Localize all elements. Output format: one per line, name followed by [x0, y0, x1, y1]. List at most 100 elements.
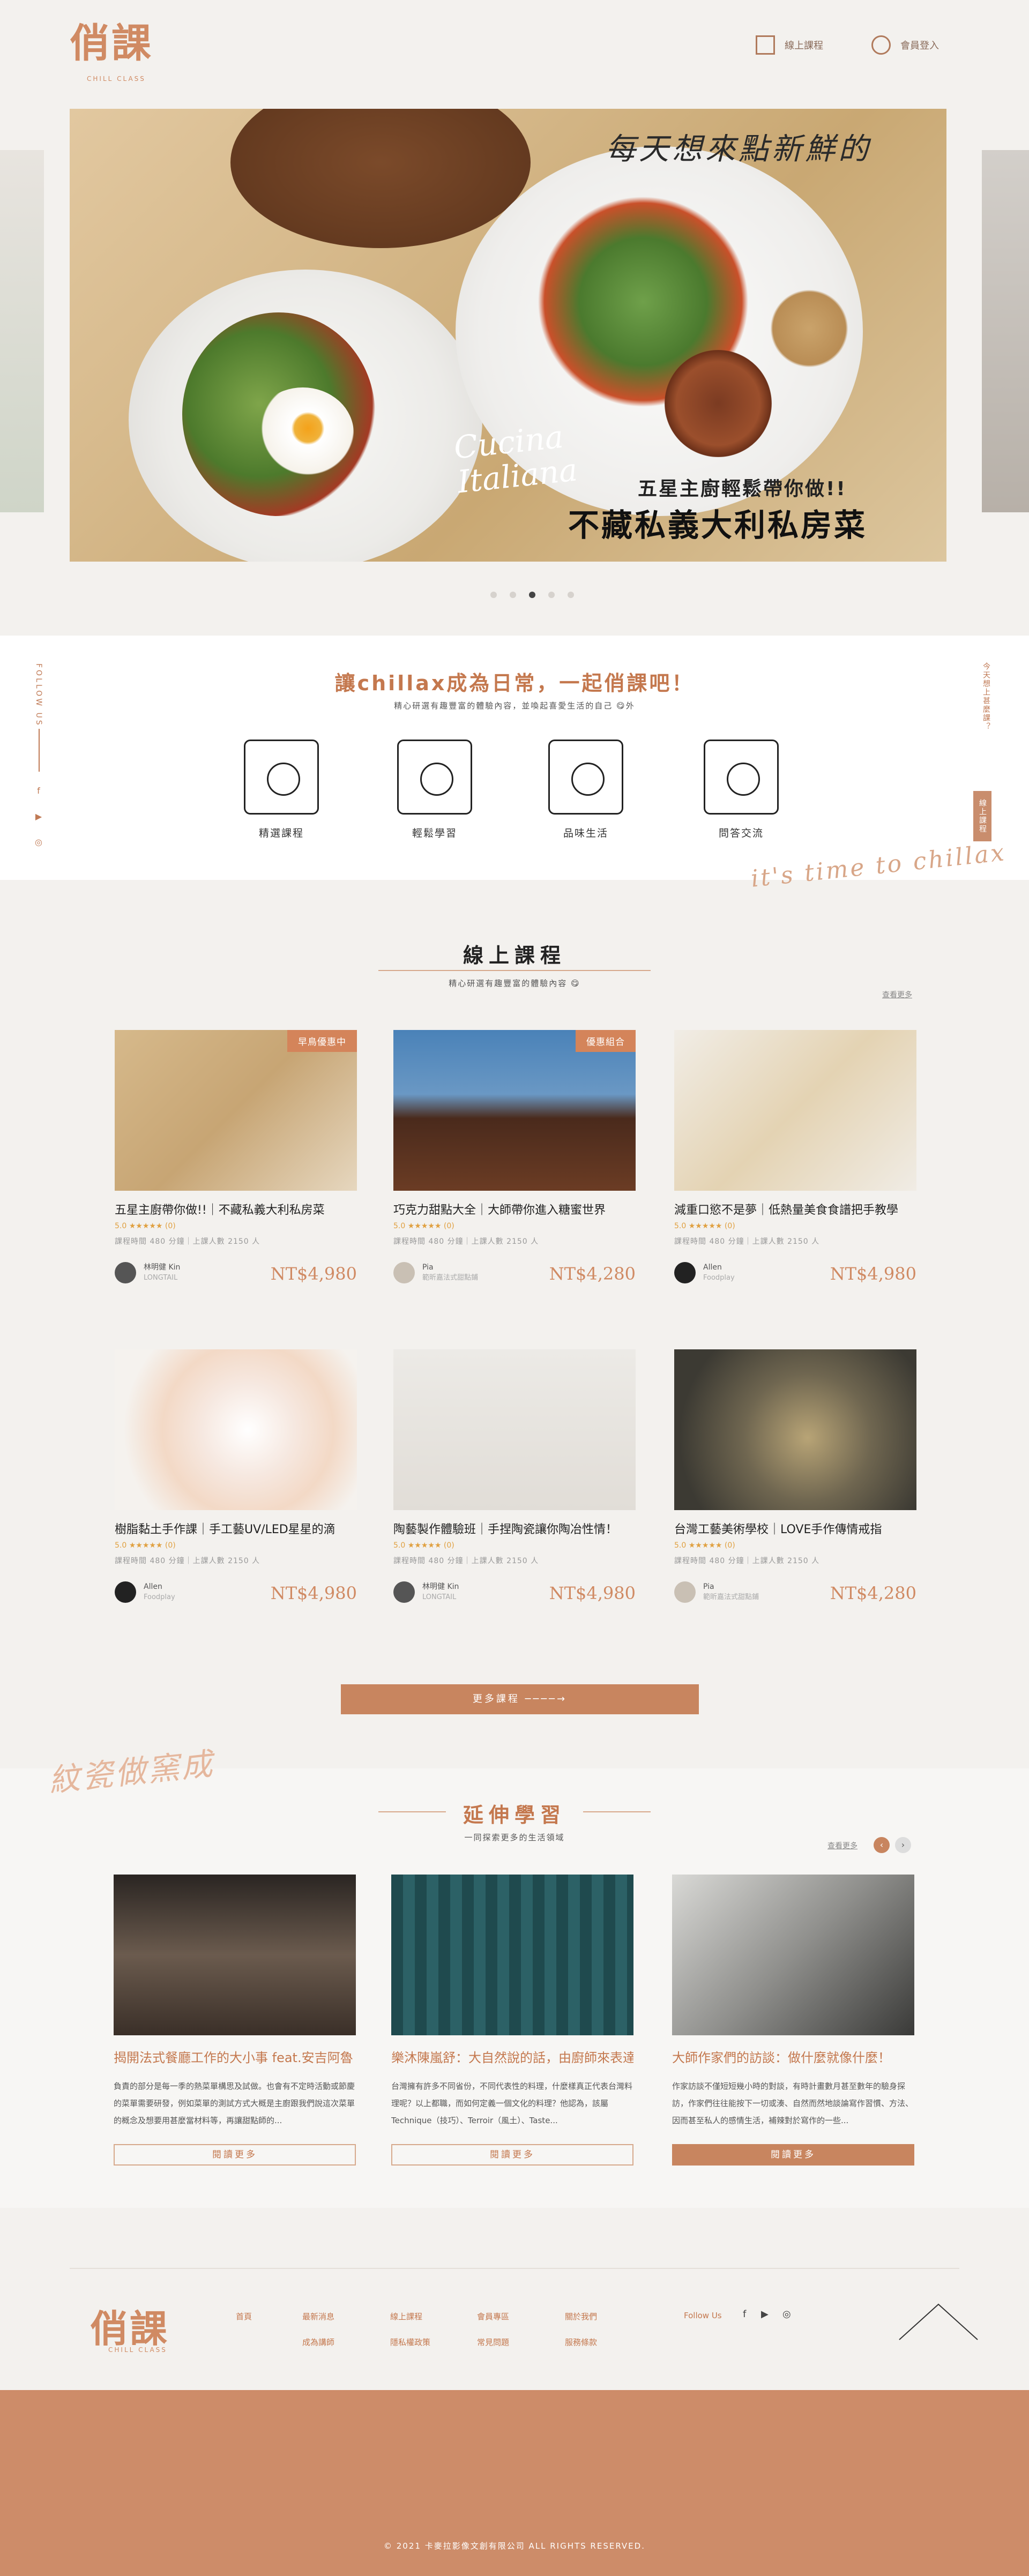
carousel-dot[interactable]	[568, 592, 574, 598]
extended-title: 延伸學習	[463, 1803, 566, 1827]
read-more-button[interactable]: 閱讀更多	[672, 2144, 914, 2166]
teacher-company: Foodplay	[703, 1274, 735, 1282]
feature-qa: 問答交流	[696, 740, 787, 840]
hero-title: 不藏私義大利私房菜	[568, 507, 868, 543]
article-card[interactable]: 大師作家們的訪談：做什麼就像什麼！ 作家訪談不僅短短幾小時的對談，有時計畫數月甚…	[672, 1875, 914, 2166]
facebook-icon[interactable]: f	[33, 786, 44, 796]
extended-title-line-left	[378, 1811, 446, 1812]
courses-title-line	[378, 970, 651, 971]
carousel-dot[interactable]	[490, 592, 497, 598]
teacher-name: 林明健 Kin	[144, 1263, 181, 1272]
article-card[interactable]: 樂沐陳嵐舒：大自然說的話，由廚師來表達 台灣擁有許多不同省份，不同代表性的料理，…	[391, 1875, 633, 2166]
chat-person-icon	[704, 740, 779, 815]
teacher-name: Allen	[703, 1263, 722, 1272]
more-courses-button[interactable]: 更多課程 ────→	[341, 1684, 699, 1714]
course-meta: 課程時間 480 分鐘｜上課人數 2150 人	[393, 1237, 539, 1246]
nav-online-courses[interactable]: 線上課程	[756, 35, 823, 55]
course-rating: 5.0 ★★★★★ (0)	[674, 1222, 735, 1230]
course-card[interactable]: 樹脂黏土手作課｜手工藝UV/LED星星的滴 5.0 ★★★★★ (0) 課程時間…	[115, 1349, 357, 1607]
avatar	[674, 1262, 696, 1283]
carousel-dot[interactable]	[548, 592, 555, 598]
article-desc: 台灣擁有許多不同省份，不同代表性的料理，什麼樣真正代表台灣料理呢？以上都職，而如…	[391, 2081, 633, 2125]
teacher-name: 林明健 Kin	[422, 1582, 459, 1591]
fried-egg-image	[252, 387, 354, 479]
footer-logo[interactable]: 俏課	[90, 2299, 169, 2353]
hero-banner[interactable]: 每天想來點新鮮的 Cucina Italiana 五星主廚輕鬆帶你做!! 不藏私…	[70, 109, 946, 562]
article-desc: 作家訪談不僅短短幾小時的對談，有時計畫數月甚至數年的驗身探訪，作家們往往能按下一…	[672, 2081, 914, 2125]
footer-link-home[interactable]: 首頁	[236, 2311, 252, 2322]
cutting-board-image	[230, 109, 531, 248]
footer-link-become-teacher[interactable]: 成為講師	[302, 2336, 334, 2348]
user-icon	[871, 35, 891, 55]
footer-link-news[interactable]: 最新消息	[302, 2311, 334, 2322]
grain-image	[766, 286, 852, 371]
teacher-company: 範昕嘉法式甜點鋪	[703, 1593, 759, 1601]
carousel-dot[interactable]	[510, 592, 516, 598]
article-title: 大師作家們的訪談：做什麼就像什麼！	[672, 2050, 891, 2065]
course-title: 陶藝製作體驗班｜手捏陶瓷讓你陶冶性情！	[393, 1523, 618, 1536]
avatar	[674, 1581, 696, 1603]
course-rating: 5.0 ★★★★★ (0)	[393, 1541, 454, 1550]
read-more-button[interactable]: 閱讀更多	[391, 2144, 633, 2166]
intro-subtitle: 精心研選有趣豐富的體驗內容，並喚起喜愛生活的自己 😋外	[394, 701, 635, 711]
course-price: NT$4,980	[830, 1264, 916, 1284]
courses-more-link[interactable]: 查看更多	[882, 989, 912, 1000]
carousel-prev-slide[interactable]	[0, 150, 44, 512]
hero-script-text: 每天想來點新鮮的	[606, 132, 871, 167]
footer-link-about[interactable]: 關於我們	[565, 2311, 597, 2322]
course-card[interactable]: 減重口慾不是夢｜低熱量美食食譜把手教學 5.0 ★★★★★ (0) 課程時間 4…	[674, 1030, 916, 1287]
feature-label: 品味生活	[563, 827, 608, 839]
course-image-resin	[115, 1349, 357, 1510]
feature-label: 問答交流	[718, 827, 764, 839]
course-card[interactable]: 優惠組合 巧克力甜點大全｜大師帶你進入糖蜜世界 5.0 ★★★★★ (0) 課程…	[393, 1030, 636, 1287]
extended-more-link[interactable]: 查看更多	[827, 1840, 857, 1851]
chevron-left-icon[interactable]: ‹	[874, 1837, 890, 1853]
course-rating: 5.0 ★★★★★ (0)	[393, 1222, 454, 1230]
instagram-icon[interactable]: ◎	[33, 837, 44, 848]
site-logo[interactable]: 俏課	[70, 24, 153, 63]
feature-curated-courses: 精選課程	[236, 740, 327, 840]
course-image-pasta: 早鳥優惠中	[115, 1030, 357, 1191]
side-online-courses-button[interactable]: 線上課程	[973, 791, 991, 841]
site-logo-sub: CHILL CLASS	[87, 75, 146, 83]
footer-link-courses[interactable]: 線上課程	[390, 2311, 422, 2322]
avatar	[115, 1581, 136, 1603]
site-header: 俏課 CHILL CLASS 線上課程 會員登入	[0, 0, 1029, 102]
avatar	[115, 1262, 136, 1283]
read-more-button[interactable]: 閱讀更多	[114, 2144, 356, 2166]
course-meta: 課程時間 480 分鐘｜上課人數 2150 人	[674, 1557, 820, 1565]
back-to-top-icon[interactable]	[898, 2302, 979, 2345]
feature-label: 輕鬆學習	[412, 827, 457, 839]
footer-link-member[interactable]: 會員專區	[477, 2311, 509, 2322]
nav-member-login[interactable]: 會員登入	[871, 35, 939, 55]
youtube-icon[interactable]: ▶	[33, 811, 44, 822]
course-rating: 5.0 ★★★★★ (0)	[674, 1541, 735, 1550]
footer-link-terms[interactable]: 服務條款	[565, 2336, 597, 2348]
nav-member-login-label: 會員登入	[900, 40, 939, 51]
carousel-dot-active[interactable]	[529, 592, 535, 598]
course-image-chocolate: 優惠組合	[393, 1030, 636, 1191]
course-card[interactable]: 陶藝製作體驗班｜手捏陶瓷讓你陶冶性情！ 5.0 ★★★★★ (0) 課程時間 4…	[393, 1349, 636, 1607]
course-title: 五星主廚帶你做!!｜不藏私義大利私房菜	[115, 1204, 325, 1217]
course-title: 巧克力甜點大全｜大師帶你進入糖蜜世界	[393, 1204, 606, 1217]
facebook-icon[interactable]: f	[743, 2309, 746, 2320]
course-title: 台灣工藝美術學校｜LOVE手作傳情戒指	[674, 1523, 882, 1536]
youtube-icon[interactable]: ▶	[761, 2309, 769, 2320]
article-card[interactable]: 揭開法式餐廳工作的大小事 feat.安吉阿魯 負責的部分是每一季的熱菜單構思及試…	[114, 1875, 356, 2166]
carousel-next-slide[interactable]	[982, 150, 1029, 512]
course-title: 減重口慾不是夢｜低熱量美食食譜把手教學	[674, 1204, 899, 1217]
course-meta: 課程時間 480 分鐘｜上課人數 2150 人	[393, 1557, 539, 1565]
instagram-icon[interactable]: ◎	[782, 2309, 791, 2320]
course-meta: 課程時間 480 分鐘｜上課人數 2150 人	[115, 1557, 260, 1565]
footer-link-privacy[interactable]: 隱私權政策	[390, 2336, 430, 2348]
course-meta: 課程時間 480 分鐘｜上課人數 2150 人	[674, 1237, 820, 1246]
course-price: NT$4,980	[270, 1264, 357, 1284]
footer-link-faq[interactable]: 常見問題	[477, 2336, 509, 2348]
course-card[interactable]: 早鳥優惠中 五星主廚帶你做!!｜不藏私義大利私房菜 5.0 ★★★★★ (0) …	[115, 1030, 357, 1287]
chevron-right-icon[interactable]: ›	[895, 1837, 911, 1853]
feature-easy-learning: 輕鬆學習	[389, 740, 480, 840]
side-note: 今天想上甚麼課？	[982, 662, 990, 731]
course-card[interactable]: 台灣工藝美術學校｜LOVE手作傳情戒指 5.0 ★★★★★ (0) 課程時間 4…	[674, 1349, 916, 1607]
meat-patty-image	[665, 350, 772, 457]
course-rating: 5.0 ★★★★★ (0)	[115, 1541, 176, 1550]
